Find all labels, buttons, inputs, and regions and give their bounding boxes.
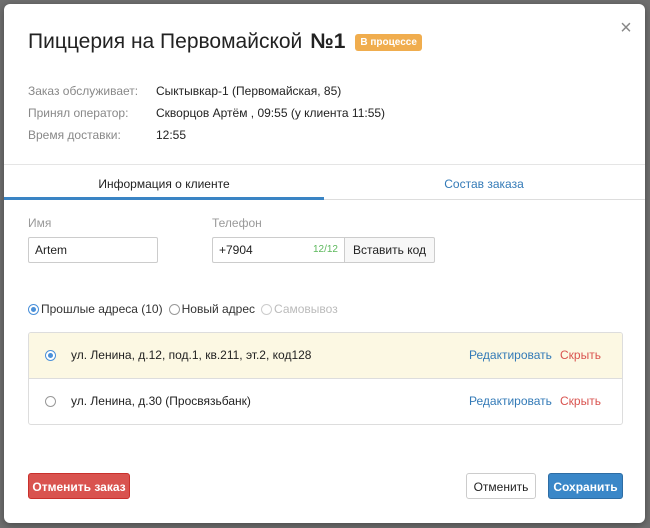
hide-address-link[interactable]: Скрыть (560, 379, 601, 424)
info-label: Время доставки: (28, 128, 121, 142)
save-button[interactable]: Сохранить (548, 473, 623, 499)
radio-icon (28, 303, 39, 315)
info-row-delivery-time: Время доставки: 12:55 (28, 124, 385, 146)
phone-input[interactable]: +7904 12/12 (212, 237, 344, 263)
hide-address-link[interactable]: Скрыть (560, 333, 601, 378)
info-value: Скворцов Артём , 09:55 (у клиента 11:55) (156, 106, 386, 120)
cancel-order-button[interactable]: Отменить заказ (28, 473, 130, 499)
phone-label: Телефон (212, 216, 262, 230)
modal-header: Пиццерия на Первомайской №1 В процессе (28, 30, 422, 54)
radio-label: Самовывоз (274, 302, 338, 316)
edit-address-link[interactable]: Редактировать (469, 379, 552, 424)
address-text: ул. Ленина, д.12, под.1, кв.211, эт.2, к… (71, 348, 312, 362)
radio-label: Прошлые адреса (10) (41, 302, 163, 316)
address-list: ул. Ленина, д.12, под.1, кв.211, эт.2, к… (28, 332, 623, 425)
radio-icon (261, 303, 273, 315)
active-tab-indicator (4, 197, 324, 200)
tab-client-info[interactable]: Информация о клиенте (4, 164, 324, 200)
status-badge: В процессе (355, 33, 422, 51)
edit-address-link[interactable]: Редактировать (469, 333, 552, 378)
order-info: Заказ обслуживает: Сыктывкар-1 (Первомай… (28, 80, 385, 146)
phone-counter: 12/12 (312, 244, 338, 255)
address-row[interactable]: ул. Ленина, д.12, под.1, кв.211, эт.2, к… (29, 333, 622, 379)
cancel-button[interactable]: Отменить (466, 473, 536, 499)
radio-pickup: Самовывоз (261, 302, 338, 316)
radio-icon[interactable] (45, 350, 56, 361)
phone-group: +7904 12/12 Вставить код (212, 237, 435, 263)
radio-label: Новый адрес (181, 302, 256, 316)
phone-value: +7904 (219, 243, 253, 257)
order-number: №1 (310, 30, 346, 53)
radio-icon[interactable] (45, 396, 56, 407)
name-input[interactable]: Artem (28, 237, 158, 263)
tab-order-contents[interactable]: Состав заказа (324, 164, 644, 200)
tab-bar: Информация о клиенте Состав заказа (4, 164, 645, 200)
radio-icon (168, 303, 180, 315)
info-label: Заказ обслуживает: (28, 84, 139, 98)
radio-new-address[interactable]: Новый адрес (168, 302, 256, 316)
modal-title: Пиццерия на Первомайской (28, 30, 303, 53)
name-label: Имя (28, 216, 52, 230)
address-text: ул. Ленина, д.30 (Просвязьбанк) (71, 394, 251, 408)
info-value: 12:55 (156, 128, 187, 142)
radio-past-addresses[interactable]: Прошлые адреса (10) (28, 302, 163, 316)
close-icon[interactable]: × (616, 18, 636, 38)
address-row[interactable]: ул. Ленина, д.30 (Просвязьбанк) Редактир… (29, 379, 622, 424)
order-modal: × Пиццерия на Первомайской №1 В процессе… (4, 4, 645, 523)
info-row-operator: Принял оператор: Скворцов Артём , 09:55 … (28, 102, 385, 124)
info-value: Сыктывкар-1 (Первомайская, 85) (156, 84, 342, 98)
info-row-served-by: Заказ обслуживает: Сыктывкар-1 (Первомай… (28, 80, 385, 102)
address-mode-group: Прошлые адреса (10) Новый адрес Самовыво… (28, 302, 344, 316)
info-label: Принял оператор: (28, 106, 129, 120)
insert-code-button[interactable]: Вставить код (344, 237, 435, 263)
